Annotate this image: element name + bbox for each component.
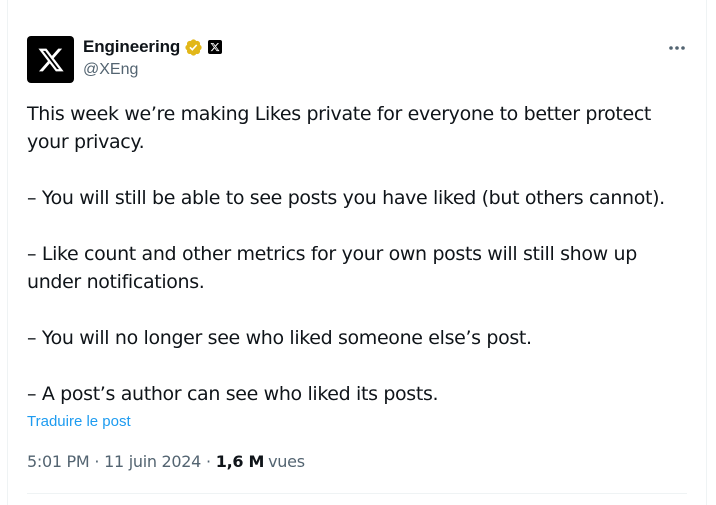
- post-meta: 5:01 PM · 11 juin 2024 · 1,6 M vues: [27, 452, 305, 471]
- divider: [27, 493, 687, 494]
- more-horizontal-icon: [669, 46, 685, 50]
- post-paragraph: – Like count and other metrics for your …: [27, 243, 637, 293]
- meta-separator: ·: [94, 452, 100, 471]
- post-paragraph: – A post’s author can see who liked its …: [27, 383, 439, 405]
- post-time[interactable]: 5:01 PM: [27, 452, 90, 471]
- more-options-button[interactable]: [667, 38, 687, 58]
- verified-badge-icon[interactable]: [184, 38, 203, 57]
- name-row: Engineering: [83, 36, 223, 58]
- author-handle[interactable]: @XEng: [83, 61, 222, 79]
- x-affiliate-badge-icon[interactable]: [208, 40, 223, 54]
- meta-separator: ·: [206, 452, 211, 471]
- author-info: Engineering @XEng: [83, 36, 223, 79]
- post-date[interactable]: 11 juin 2024: [104, 452, 201, 471]
- author-display-name[interactable]: Engineering: [83, 37, 180, 57]
- post-paragraph: – You will no longer see who liked someo…: [27, 327, 532, 349]
- post-text: This week we’re making Likes private for…: [27, 100, 695, 408]
- post-paragraph: – You will still be able to see posts yo…: [27, 187, 665, 209]
- views-count[interactable]: 1,6 M: [216, 452, 265, 471]
- post-paragraph: This week we’re making Likes private for…: [27, 103, 652, 153]
- post-card: Engineering @XEng This week we’re making…: [7, 0, 707, 505]
- post-header: Engineering @XEng: [27, 36, 687, 84]
- translate-post-link[interactable]: Traduire le post: [27, 413, 131, 430]
- x-logo-icon: [37, 48, 64, 71]
- views-label: vues: [268, 452, 305, 471]
- avatar[interactable]: [27, 36, 74, 83]
